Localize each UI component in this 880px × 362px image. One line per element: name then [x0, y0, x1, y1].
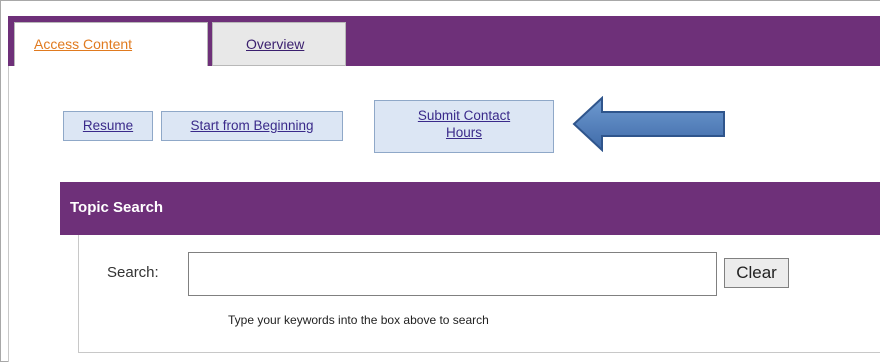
clear-button[interactable]: Clear: [724, 258, 789, 288]
submit-contact-hours-button[interactable]: Submit Contact Hours: [374, 100, 554, 153]
search-hint: Type your keywords into the box above to…: [228, 313, 489, 327]
submit-label-line2: Hours: [445, 125, 482, 140]
tab-overview[interactable]: Overview: [212, 22, 346, 66]
start-from-beginning-button[interactable]: Start from Beginning: [161, 111, 343, 141]
resume-button[interactable]: Resume: [63, 111, 153, 141]
tab-access-content[interactable]: Access Content: [14, 22, 208, 66]
topic-search-header: Topic Search: [60, 182, 880, 235]
left-arrow-icon: [572, 96, 725, 152]
search-label: Search:: [107, 264, 159, 281]
submit-label-line1: Submit Contact: [417, 108, 511, 123]
search-input[interactable]: [188, 252, 717, 296]
